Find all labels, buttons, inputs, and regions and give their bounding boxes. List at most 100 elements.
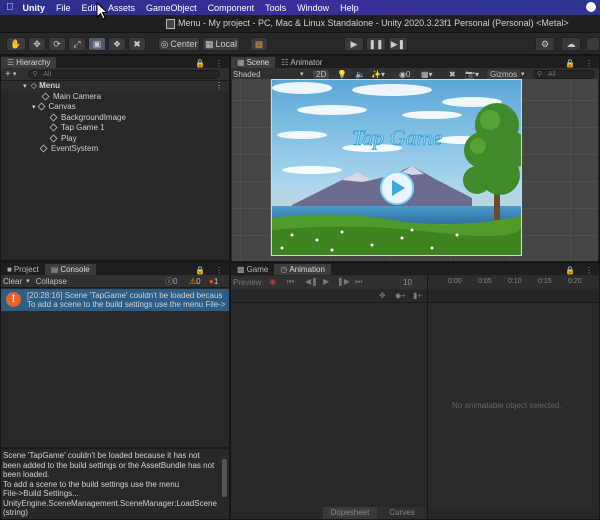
event-lane[interactable] <box>428 289 599 303</box>
kebab-menu-icon[interactable]: ⋮ <box>215 266 223 275</box>
kebab-menu-icon[interactable]: ⋮ <box>215 59 223 68</box>
lock-icon[interactable]: 🔒 <box>195 266 205 275</box>
tree-row-play[interactable]: Play <box>49 134 77 145</box>
tab-animator[interactable]: ☷ Animator <box>275 57 328 68</box>
expand-arrow-icon[interactable]: ▾ <box>23 83 27 90</box>
camera-icon[interactable]: 📷▾ <box>465 70 479 79</box>
tree-row-eventsystem[interactable]: EventSystem <box>39 144 98 155</box>
collapse-button[interactable]: Collapse <box>36 277 67 286</box>
control-center-icon[interactable] <box>586 2 596 12</box>
dopesheet-area[interactable]: No animatable object selected. <box>428 303 599 507</box>
hidden-objects-icon[interactable]: ◉0 <box>399 70 410 79</box>
splitter[interactable] <box>1 447 229 449</box>
tree-row-canvas[interactable]: ▾ Canvas <box>32 102 76 113</box>
menu-edit[interactable]: Edit <box>82 3 98 13</box>
tools-icon[interactable]: ✖ <box>449 70 456 79</box>
chevron-down-icon[interactable]: ▾ <box>521 70 525 78</box>
menu-window[interactable]: Window <box>297 3 329 13</box>
shading-mode-dropdown[interactable]: Shaded <box>233 70 261 79</box>
apple-icon[interactable]:  <box>6 2 14 13</box>
expand-arrow-icon[interactable]: ▾ <box>32 104 36 111</box>
chevron-down-icon[interactable]: ▾ <box>13 70 17 78</box>
gizmos-dropdown[interactable]: Gizmos <box>487 69 521 79</box>
scene-kebab-icon[interactable]: ⋮ <box>215 81 223 92</box>
first-keyframe-icon[interactable]: ⏮ <box>287 277 294 287</box>
kebab-menu-icon[interactable]: ⋮ <box>585 59 593 68</box>
tab-scene[interactable]: ▦ Scene <box>231 57 276 68</box>
pause-button[interactable]: ❚❚ <box>366 37 386 51</box>
effects-icon[interactable]: ✨▾ <box>371 70 385 79</box>
dopesheet-tab[interactable]: Dopesheet <box>323 507 377 519</box>
curves-tab[interactable]: Curves <box>377 507 427 519</box>
chevron-down-icon[interactable]: ▾ <box>26 277 30 285</box>
next-keyframe-icon[interactable]: ❚▶ <box>337 277 350 286</box>
tree-row-menu[interactable]: ▾ ◇ Menu ⋮ <box>1 81 229 92</box>
app-menu[interactable]: Unity <box>23 3 46 13</box>
move-tool-icon[interactable]: ✥ <box>28 37 46 51</box>
window-title: Menu - My project - PC, Mac & Linux Stan… <box>178 18 569 28</box>
rect-tool-icon[interactable]: ▣ <box>88 37 106 51</box>
tab-animation[interactable]: ◷ Animation <box>274 264 331 275</box>
hierarchy-tabbar: ☰ Hierarchy 🔒 ⋮ <box>1 56 229 68</box>
background-image[interactable]: Tap Game <box>272 80 521 255</box>
preview-toggle[interactable]: Preview <box>233 278 261 287</box>
hierarchy-search-input[interactable]: ⚲ All <box>28 69 221 79</box>
grid-snap-icon[interactable]: ▩ <box>250 37 268 51</box>
time-ruler[interactable]: 0:00 0:05 0:10 0:15 0:20 <box>428 276 599 289</box>
play-icon[interactable]: ▶ <box>323 277 329 286</box>
lock-icon[interactable]: 🔒 <box>565 59 575 68</box>
tree-row-main-camera[interactable]: Main Camera <box>41 91 102 103</box>
tree-row-tapgame1[interactable]: Tap Game 1 <box>49 123 105 134</box>
console-log-entry[interactable]: ! [20:28:16] Scene 'TapGame' couldn't be… <box>1 289 229 311</box>
add-event-icon[interactable]: ▮+ <box>413 291 422 300</box>
info-count-toggle[interactable]: ⓘ0 <box>165 276 177 287</box>
warning-count-toggle[interactable]: ⚠0 <box>189 277 201 286</box>
collab-icon[interactable]: ⚙ <box>535 37 555 51</box>
scene-search-input[interactable]: ⚲ All <box>533 69 595 79</box>
lock-icon[interactable]: 🔒 <box>565 266 575 275</box>
cloud-icon[interactable]: ☁ <box>561 37 581 51</box>
grid-toggle-icon[interactable]: ▦▾ <box>421 70 433 79</box>
tab-console[interactable]: ▤ Console <box>44 264 96 275</box>
tree-row-backgroundimage[interactable]: BackgroundImage <box>49 113 126 124</box>
menu-tools[interactable]: Tools <box>265 3 286 13</box>
audio-icon[interactable]: 🔈 <box>355 70 365 79</box>
menu-gameobject[interactable]: GameObject <box>146 3 197 13</box>
lock-icon[interactable]: 🔒 <box>195 59 205 68</box>
tree-label: Main Camera <box>53 91 102 101</box>
last-keyframe-icon[interactable]: ⏭ <box>355 277 362 287</box>
lighting-icon[interactable]: 💡 <box>337 70 347 79</box>
scrollbar[interactable] <box>222 459 227 497</box>
log-line-2: To add a scene to the build settings use… <box>27 300 226 309</box>
prev-keyframe-icon[interactable]: ◀❚ <box>305 277 318 286</box>
menu-file[interactable]: File <box>56 3 71 13</box>
hand-tool-icon[interactable]: ✋ <box>6 37 26 51</box>
chevron-down-icon[interactable]: ▾ <box>300 70 304 78</box>
console-detail: Scene 'TapGame' couldn't be loaded becau… <box>3 451 219 518</box>
scale-tool-icon[interactable]: ⤢ <box>68 37 86 51</box>
error-count-toggle[interactable]: ●1 <box>209 277 218 286</box>
clear-button[interactable]: Clear <box>3 277 22 286</box>
tab-project[interactable]: ■ Project <box>1 264 45 275</box>
rotate-tool-icon[interactable]: ⟳ <box>48 37 66 51</box>
pivot-local-button[interactable]: ▦ Local <box>202 37 240 51</box>
tab-game[interactable]: ▩ Game <box>231 264 274 275</box>
menu-help[interactable]: Help <box>340 3 359 13</box>
frame-field[interactable]: 10 <box>403 278 412 287</box>
kebab-menu-icon[interactable]: ⋮ <box>585 266 593 275</box>
transform-tool-icon[interactable]: ❖ <box>108 37 126 51</box>
account-button[interactable] <box>586 37 600 51</box>
custom-tool-icon[interactable]: ✖ <box>128 37 146 51</box>
filter-icon[interactable]: ✥ <box>379 291 386 300</box>
mac-menu-bar:  Unity File Edit Assets GameObject Comp… <box>0 0 600 15</box>
tab-hierarchy[interactable]: ☰ Hierarchy <box>1 57 57 68</box>
menu-assets[interactable]: Assets <box>108 3 135 13</box>
record-icon[interactable]: ◉ <box>269 277 276 286</box>
pivot-center-button[interactable]: ◎ Center <box>158 37 200 51</box>
mode-2d-toggle[interactable]: 2D <box>313 69 330 79</box>
add-keyframe-icon[interactable]: ◆+ <box>395 291 406 300</box>
create-plus-icon[interactable]: + <box>5 69 11 80</box>
step-button[interactable]: ▶❚ <box>388 37 408 51</box>
menu-component[interactable]: Component <box>208 3 255 13</box>
play-button[interactable]: ▶ <box>344 37 364 51</box>
